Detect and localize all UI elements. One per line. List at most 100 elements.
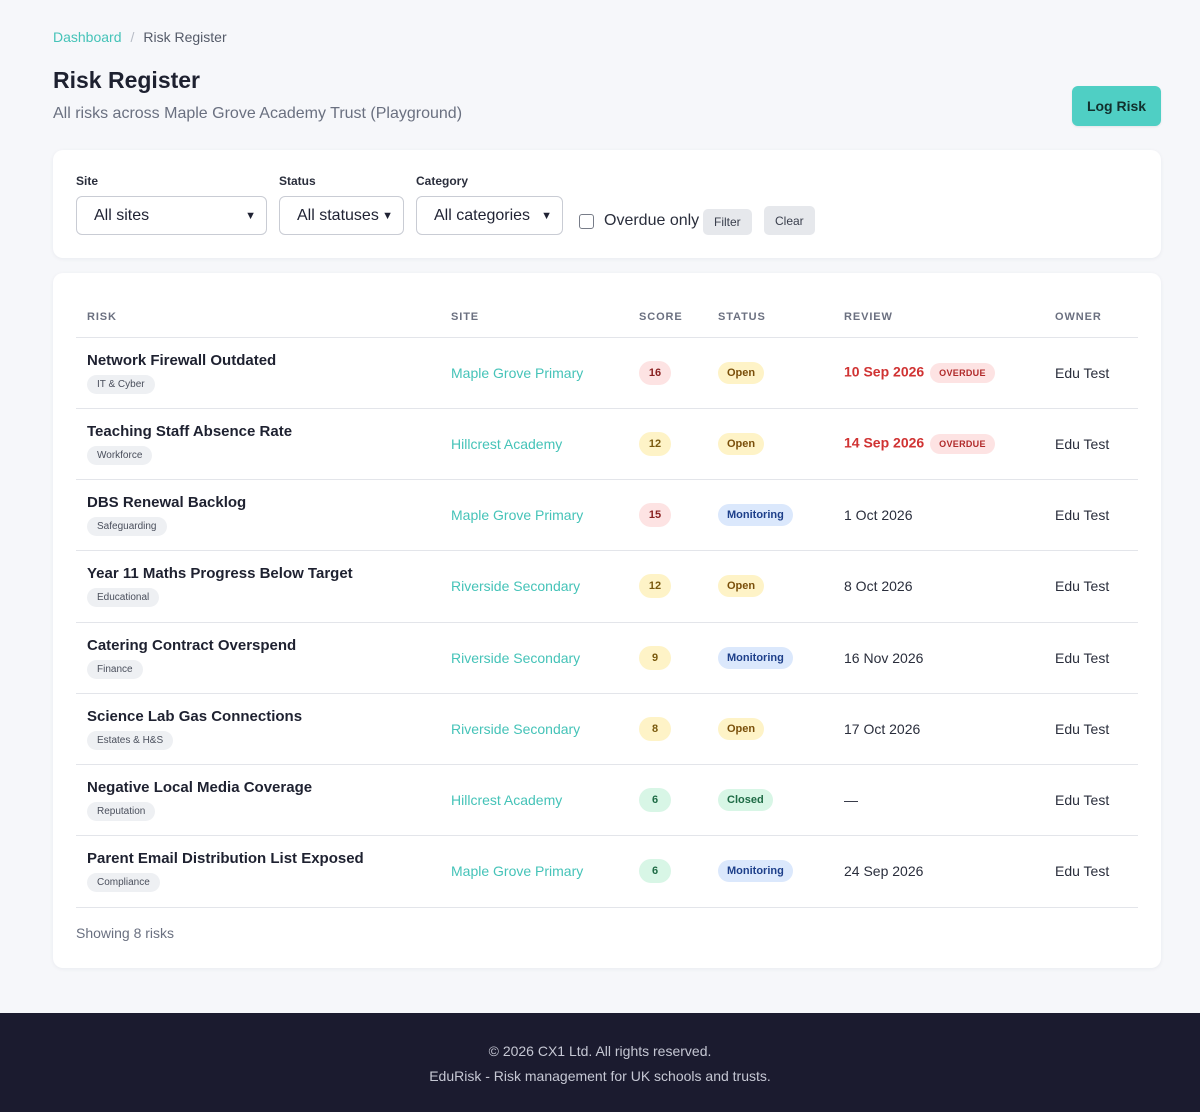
site-link[interactable]: Hillcrest Academy	[451, 436, 562, 452]
clear-button[interactable]: Clear	[764, 206, 815, 235]
status-filter-group: Status All statuses ▼	[279, 174, 404, 235]
owner-cell: Edu Test	[1044, 479, 1138, 552]
site-link[interactable]: Riverside Secondary	[451, 721, 580, 737]
category-select[interactable]: All categories ▼	[416, 196, 563, 235]
table-row[interactable]: Negative Local Media Coverage Reputation H…	[76, 764, 1138, 837]
owner-name: Edu Test	[1055, 507, 1110, 524]
site-link[interactable]: Riverside Secondary	[451, 650, 580, 666]
column-header-risk: RISK	[76, 297, 440, 338]
table-row[interactable]: Science Lab Gas Connections Estates & H&S…	[76, 693, 1138, 766]
score-badge: 8	[639, 716, 671, 741]
status-cell: Monitoring	[707, 835, 833, 908]
site-filter-label: Site	[76, 174, 99, 188]
review-cell: 17 Oct 2026	[833, 693, 1044, 766]
site-link[interactable]: Maple Grove Primary	[451, 365, 583, 381]
site-cell: Riverside Secondary	[440, 622, 628, 694]
overdue-only-checkbox[interactable]	[579, 213, 594, 229]
score-cell: 6	[628, 835, 707, 908]
site-cell: Riverside Secondary	[440, 693, 628, 766]
log-risk-button[interactable]: Log Risk	[1072, 86, 1161, 126]
category-tag: Educational	[87, 588, 160, 608]
breadcrumb-dashboard-link[interactable]: Dashboard	[53, 29, 122, 45]
status-filter-label: Status	[279, 174, 316, 188]
review-date: 8 Oct 2026	[844, 578, 913, 595]
table-row[interactable]: Parent Email Distribution List Exposed Co…	[76, 835, 1138, 908]
table-row[interactable]: Network Firewall Outdated IT & Cyber Maple…	[76, 337, 1138, 409]
owner-name: Edu Test	[1055, 720, 1110, 737]
review-cell: 14 Sep 2026 OVERDUE	[833, 408, 1044, 481]
score-badge: 12	[639, 574, 671, 599]
status-select[interactable]: All statuses ▼	[279, 196, 404, 235]
owner-cell: Edu Test	[1044, 693, 1138, 766]
review-cell: 24 Sep 2026	[833, 835, 1044, 908]
risk-title-link[interactable]: DBS Renewal Backlog	[87, 494, 429, 511]
category-filter-group: Category All categories ▼	[416, 174, 563, 235]
review-cell: 8 Oct 2026	[833, 550, 1044, 623]
table-row[interactable]: DBS Renewal Backlog Safeguarding Maple Gro…	[76, 479, 1138, 552]
owner-name: Edu Test	[1055, 863, 1110, 880]
site-cell: Riverside Secondary	[440, 550, 628, 623]
risk-title-link[interactable]: Science Lab Gas Connections	[87, 708, 429, 725]
status-cell: Open	[707, 337, 833, 409]
overdue-badge: OVERDUE	[930, 433, 995, 454]
review-cell: 10 Sep 2026 OVERDUE	[833, 337, 1044, 409]
column-header-site: SITE	[440, 297, 628, 338]
site-link[interactable]: Hillcrest Academy	[451, 792, 562, 808]
column-header-owner: OWNER	[1044, 297, 1138, 338]
site-link[interactable]: Maple Grove Primary	[451, 863, 583, 879]
owner-name: Edu Test	[1055, 435, 1110, 452]
owner-name: Edu Test	[1055, 578, 1110, 595]
status-cell: Open	[707, 693, 833, 766]
status-badge: Monitoring	[718, 504, 793, 527]
table-row[interactable]: Teaching Staff Absence Rate Workforce Hill…	[76, 408, 1138, 481]
status-cell: Open	[707, 550, 833, 623]
site-select[interactable]: All sites ▼	[76, 196, 267, 235]
chevron-down-icon: ▼	[541, 209, 552, 222]
category-tag: Reputation	[87, 802, 156, 822]
risk-title-link[interactable]: Parent Email Distribution List Exposed	[87, 850, 429, 867]
status-select-value: All statuses	[297, 206, 379, 224]
review-date: 24 Sep 2026	[844, 863, 924, 880]
column-header-score: SCORE	[628, 297, 707, 338]
site-link[interactable]: Riverside Secondary	[451, 578, 580, 594]
column-header-review: REVIEW	[833, 297, 1044, 338]
showing-count: Showing 8 risks	[76, 925, 175, 941]
risk-table-card: RISK SITE SCORE STATUS REVIEW OWNER Netw…	[53, 273, 1161, 968]
review-cell: —	[833, 764, 1044, 837]
risk-title-link[interactable]: Teaching Staff Absence Rate	[87, 423, 429, 440]
score-badge: 6	[639, 788, 671, 813]
filter-panel: Site All sites ▼ Status All statuses ▼ C…	[53, 150, 1161, 258]
category-tag: Compliance	[87, 873, 160, 893]
column-header-status: STATUS	[707, 297, 833, 338]
status-badge: Open	[718, 717, 765, 740]
risk-title-link[interactable]: Negative Local Media Coverage	[87, 779, 429, 796]
overdue-badge: OVERDUE	[930, 362, 995, 383]
review-date: 14 Sep 2026	[844, 434, 925, 451]
status-badge: Open	[718, 575, 765, 598]
score-badge: 15	[639, 503, 671, 528]
review-cell: 1 Oct 2026	[833, 479, 1044, 552]
score-cell: 12	[628, 550, 707, 623]
filter-button[interactable]: Filter	[703, 209, 752, 235]
risk-title-link[interactable]: Catering Contract Overspend	[87, 637, 429, 654]
review-date: 10 Sep 2026	[844, 363, 925, 380]
status-cell: Monitoring	[707, 622, 833, 694]
breadcrumb-current: Risk Register	[143, 29, 227, 45]
overdue-only-label: Overdue only	[604, 212, 700, 229]
table-row[interactable]: Year 11 Maths Progress Below Target Educa…	[76, 550, 1138, 623]
owner-cell: Edu Test	[1044, 550, 1138, 623]
score-cell: 6	[628, 764, 707, 837]
footer-tagline: EduRisk - Risk management for UK schools…	[429, 1068, 771, 1084]
status-cell: Open	[707, 408, 833, 481]
footer: © 2026 CX1 Ltd. All rights reserved. Edu…	[0, 1013, 1200, 1112]
table-header-row: RISK SITE SCORE STATUS REVIEW OWNER	[76, 297, 1138, 338]
risk-title-link[interactable]: Network Firewall Outdated	[87, 352, 429, 369]
risk-cell: Parent Email Distribution List Exposed Co…	[76, 835, 440, 908]
risk-title-link[interactable]: Year 11 Maths Progress Below Target	[87, 565, 429, 582]
site-link[interactable]: Maple Grove Primary	[451, 507, 583, 523]
overdue-only-toggle[interactable]: Overdue only	[579, 212, 699, 230]
owner-cell: Edu Test	[1044, 622, 1138, 694]
risk-cell: Network Firewall Outdated IT & Cyber	[76, 337, 440, 409]
category-tag: Finance	[87, 659, 143, 679]
table-row[interactable]: Catering Contract Overspend Finance Rivers…	[76, 622, 1138, 694]
